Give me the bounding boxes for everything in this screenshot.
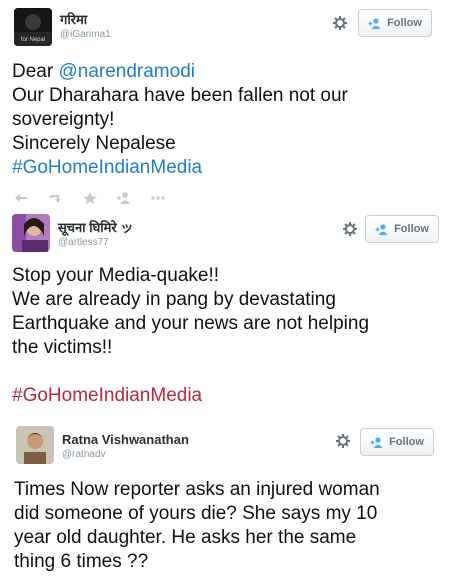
user-name[interactable]: सूचना घिमिरे ッ [58,220,133,236]
tweet-line: Our Dharahara have been fallen not our [12,84,348,108]
tweet-text-segment: did someone of yours die? She says my 10 [14,503,378,524]
tweet-line: Dear @narendramodi [12,60,348,84]
tweet-line: #GoHomeIndianMedia [12,156,348,180]
tweet-text-segment: Times Now reporter asks an injured woman [14,479,380,500]
follow-user-icon [368,17,381,29]
gear-icon[interactable] [343,222,357,236]
tweet-line: We are already in pang by devastating [12,288,369,312]
user-handle[interactable]: @iGarima1 [60,28,111,41]
tweet-text-segment: sovereignty! [12,109,115,130]
tweet-card: Ratna Vishwanathan @ratnadv Follow Times… [0,420,457,588]
mention-link[interactable]: @narendramodi [58,61,195,82]
tweet-line: Earthquake and your news are not helping [12,312,369,336]
gear-icon[interactable] [333,16,347,30]
tweet-line: #GoHomeIndianMedia [12,384,369,408]
follow-button[interactable]: Follow [360,428,434,456]
gear-icon[interactable] [336,434,350,448]
tweet-line: Times Now reporter asks an injured woman [14,478,380,502]
tweet-line: sovereignty! [12,108,348,132]
tweet-line: year old daughter. He asks her the same [14,526,380,550]
tweet-text: Stop your Media-quake!! We are already in… [12,264,369,408]
user-handle[interactable]: @artless77 [58,236,133,249]
tweet-line [12,360,369,384]
avatar[interactable] [12,214,50,252]
follow-label: Follow [394,223,429,235]
user-handle[interactable]: @ratnadv [62,448,189,461]
avatar[interactable]: for Nepal [14,8,52,46]
tweet-card: सूचना घिमिरे ッ @artless77 Follow Stop yo… [0,208,457,420]
follow-icon[interactable] [116,192,132,204]
favorite-icon[interactable] [82,192,98,204]
retweet-icon[interactable] [48,192,64,204]
tweet-text-segment: Stop your Media-quake!! [12,265,220,286]
tweet-text-segment: Earthquake and your news are not helping [12,313,370,334]
follow-user-icon [370,436,383,448]
tweet-text-segment: Sincerely Nepalese [12,133,176,154]
user-name[interactable]: गरिमा [60,12,111,28]
tweet-text-segment: Our Dharahara have been fallen not our [12,85,348,106]
tweet-line: did someone of yours die? She says my 10 [14,502,380,526]
tweet-text-segment: thing 6 times ?? [14,551,149,572]
follow-button[interactable]: Follow [365,215,439,243]
tweet-text-segment: Dear [12,61,59,82]
follow-label: Follow [387,17,422,29]
tweet-text-segment: We are already in pang by devastating [12,289,336,310]
tweet-text-segment: year old daughter. He asks her the same [14,527,357,548]
follow-user-icon [375,223,388,235]
follow-button[interactable]: Follow [358,9,432,37]
avatar-text: for Nepal [21,37,45,43]
tweet-text: Dear @narendramodi Our Dharahara have bee… [12,60,348,180]
follow-label: Follow [389,436,424,448]
hashtag-link[interactable]: #GoHomeIndianMedia [12,385,202,406]
tweet-line: Stop your Media-quake!! [12,264,369,288]
tweet-line: thing 6 times ?? [14,550,380,574]
tweet-card: for Nepal गरिमा @iGarima1 Follow Dear @n… [0,0,457,208]
hashtag-link[interactable]: #GoHomeIndianMedia [12,157,202,178]
reply-icon[interactable] [14,192,30,204]
tweet-line: Sincerely Nepalese [12,132,348,156]
tweet-actions [14,192,166,204]
more-icon[interactable] [150,192,166,204]
tweet-text-segment: the victims!! [12,337,113,358]
tweet-text: Times Now reporter asks an injured woman… [14,478,380,574]
avatar[interactable] [16,426,54,464]
tweet-line: the victims!! [12,336,369,360]
user-name[interactable]: Ratna Vishwanathan [62,432,189,448]
